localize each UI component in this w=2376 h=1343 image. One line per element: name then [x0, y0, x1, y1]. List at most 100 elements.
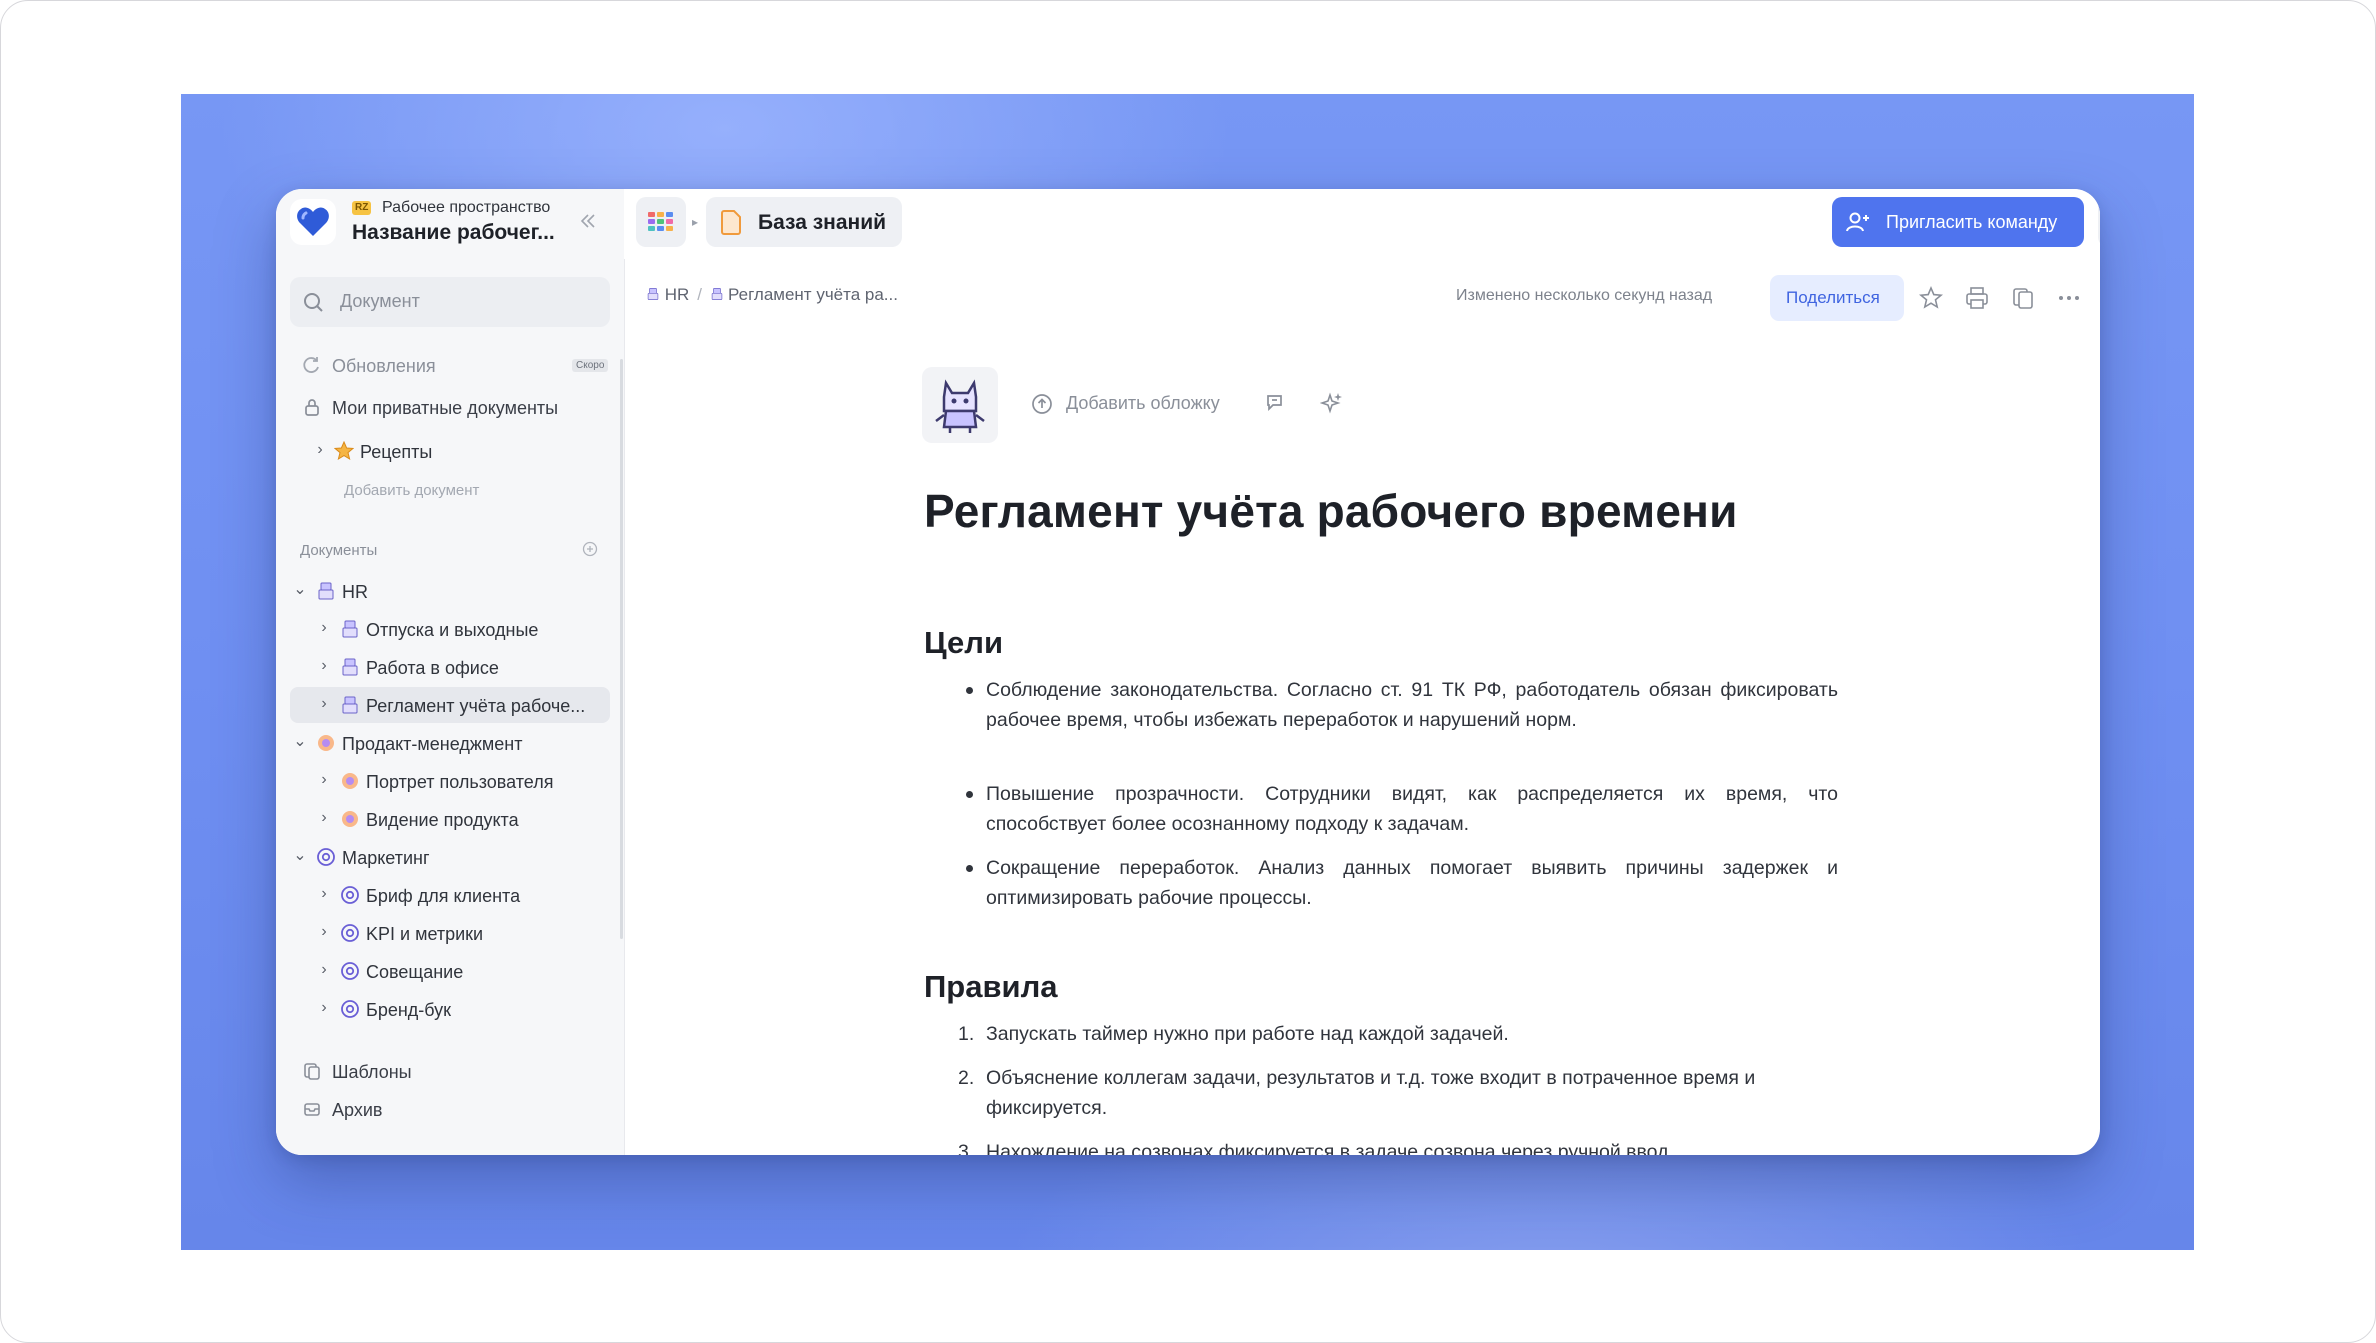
at-icon [341, 886, 359, 904]
tree-item-label: Видение продукта [366, 810, 519, 830]
numbered-item[interactable]: 1. Запускать таймер нужно при работе над … [958, 1019, 1838, 1049]
sidebar-item-recipes[interactable]: › Рецепты [290, 433, 610, 469]
add-circle-icon[interactable] [582, 541, 598, 557]
chevron-down-icon[interactable]: ⌄ [292, 734, 308, 750]
tree-item-marketing[interactable]: ⌄ Маркетинг [290, 839, 610, 875]
breadcrumb-item-current[interactable]: Регламент учёта ра... [728, 285, 898, 304]
tree-item-label: Маркетинг [342, 848, 430, 868]
sidebar-item-label: Шаблоны [332, 1062, 412, 1082]
item-text: Нахождение на созвонах фиксируется в зад… [986, 1141, 1674, 1155]
document-emoji-icon[interactable] [922, 367, 998, 443]
chevron-right-icon[interactable]: › [316, 696, 332, 712]
sidebar-item-archive[interactable]: Архив [290, 1091, 610, 1127]
tree-item-label: Бренд-бук [366, 1000, 452, 1020]
share-label: Поделиться [1786, 288, 1880, 307]
bullet-item[interactable]: Повышение прозрачности. Сотрудники видят… [966, 779, 1838, 839]
tree-item-user-portrait[interactable]: › Портрет пользователя [290, 763, 610, 799]
documents-section-title: Документы [300, 542, 378, 559]
chevron-right-icon[interactable]: › [316, 962, 332, 978]
heart-icon [297, 207, 329, 236]
section-heading-rules[interactable]: Правила [924, 969, 1058, 1005]
page-title[interactable]: Регламент учёта рабочего времени [924, 484, 1738, 538]
item-number: 3. [958, 1141, 975, 1155]
chevron-right-icon[interactable]: › [316, 1000, 332, 1016]
tree-item-hr[interactable]: ⌄ HR [290, 573, 610, 609]
sidebar-search[interactable]: Документ [290, 277, 610, 327]
robot-icon [342, 620, 358, 638]
tree-item-office[interactable]: › Работа в офисе [290, 649, 610, 685]
last-modified-text: Изменено несколько секунд назад [1456, 287, 1713, 304]
sidebar-item-templates[interactable]: Шаблоны [290, 1053, 610, 1089]
sidebar-footer: Шаблоны Архив [276, 1031, 624, 1155]
item-text: Объяснение коллегам задачи, результатов … [986, 1067, 1756, 1119]
more-icon[interactable] [2056, 285, 2082, 311]
tree-item-time-regulation[interactable]: › Регламент учёта рабоче... [290, 687, 610, 723]
flower-icon [318, 735, 334, 751]
tree-item-brief[interactable]: › Бриф для клиента [290, 877, 610, 913]
chevron-right-icon[interactable]: › [312, 442, 328, 458]
chevron-down-icon[interactable]: ⌄ [292, 848, 308, 864]
at-icon [317, 848, 335, 866]
chevron-right-icon[interactable]: › [316, 886, 332, 902]
chevron-right-icon[interactable]: › [316, 620, 332, 636]
tree-item-product[interactable]: ⌄ Продакт-менеджмент [290, 725, 610, 761]
tree-item-label: Совещание [366, 962, 464, 982]
invite-team-button[interactable]: Пригласить команду [1832, 197, 2084, 247]
bullet-item[interactable]: Сокращение переработок. Анализ данных по… [966, 853, 1838, 913]
workspace-header[interactable]: RZ Рабочее пространство Название рабочег… [276, 189, 624, 259]
tree-item-vacations[interactable]: › Отпуска и выходные [290, 611, 610, 647]
chevron-down-icon[interactable]: ⌄ [292, 582, 308, 598]
sidebar-item-private[interactable]: Мои приватные документы [290, 389, 610, 425]
flower-icon [342, 773, 358, 789]
item-number: 2. [958, 1067, 975, 1089]
share-button[interactable]: Поделиться [1770, 275, 1904, 321]
print-icon[interactable] [1964, 285, 1990, 311]
robot-icon [647, 288, 659, 300]
sidebar-item-updates[interactable]: Обновления Скоро [290, 347, 610, 383]
robot-icon [711, 288, 723, 300]
chevron-right-icon[interactable]: › [316, 924, 332, 940]
robot-cat-icon [935, 379, 985, 433]
archive-icon [304, 1103, 320, 1116]
tree-item-kpi[interactable]: › KPI и метрики [290, 915, 610, 951]
breadcrumb: HR / Регламент учёта ра... [646, 285, 898, 305]
knowledge-base-tab[interactable]: База знаний [706, 197, 902, 247]
add-document-link[interactable]: Добавить документ [344, 482, 479, 499]
upload-icon [1032, 394, 1052, 414]
breadcrumb-item-hr[interactable]: HR [665, 285, 690, 304]
sidebar-scrollbar[interactable] [620, 359, 623, 939]
chevron-right-icon[interactable]: › [316, 658, 332, 674]
bullet-item[interactable]: Соблюдение законодательства. Согласно ст… [966, 675, 1838, 735]
tree-item-label: Работа в офисе [366, 658, 499, 678]
item-number: 1. [958, 1023, 975, 1045]
search-placeholder: Документ [340, 291, 420, 311]
numbered-item[interactable]: 2. Объяснение коллегам задачи, результато… [958, 1063, 1838, 1123]
tree-item-meeting[interactable]: › Совещание [290, 953, 610, 989]
workspace-logo [290, 199, 336, 245]
star-outline-icon[interactable] [1918, 285, 1944, 311]
numbered-item[interactable]: 3. Нахождение на созвонах фиксируется в з… [958, 1137, 1838, 1155]
comment-icon[interactable] [1264, 391, 1288, 415]
item-text: Запускать таймер нужно при работе над ка… [986, 1023, 1509, 1045]
sparkles-icon[interactable] [1320, 391, 1344, 415]
tree-item-product-vision[interactable]: › Видение продукта [290, 801, 610, 837]
at-icon [341, 962, 359, 980]
chevron-right-icon[interactable]: › [316, 810, 332, 826]
at-icon [341, 924, 359, 942]
color-grid-icon [648, 212, 673, 231]
collapse-sidebar-icon[interactable] [578, 211, 598, 231]
document-icon [721, 210, 741, 235]
tree-item-label: HR [342, 582, 368, 602]
copy-icon[interactable] [2010, 285, 2036, 311]
sidebar-item-label: Рецепты [360, 442, 433, 462]
app-window: RZ Рабочее пространство Название рабочег… [276, 189, 2100, 1155]
robot-icon [318, 582, 334, 600]
tree-item-brandbook[interactable]: › Бренд-бук [290, 991, 610, 1027]
sidebar-item-label: Архив [332, 1100, 383, 1120]
apps-button[interactable] [636, 197, 686, 247]
section-heading-goals[interactable]: Цели [924, 625, 1003, 661]
add-cover-button[interactable]: Добавить обложку [1028, 389, 1248, 419]
chevron-right-icon[interactable]: › [316, 772, 332, 788]
refresh-icon [303, 357, 319, 373]
templates-icon [304, 1063, 320, 1080]
